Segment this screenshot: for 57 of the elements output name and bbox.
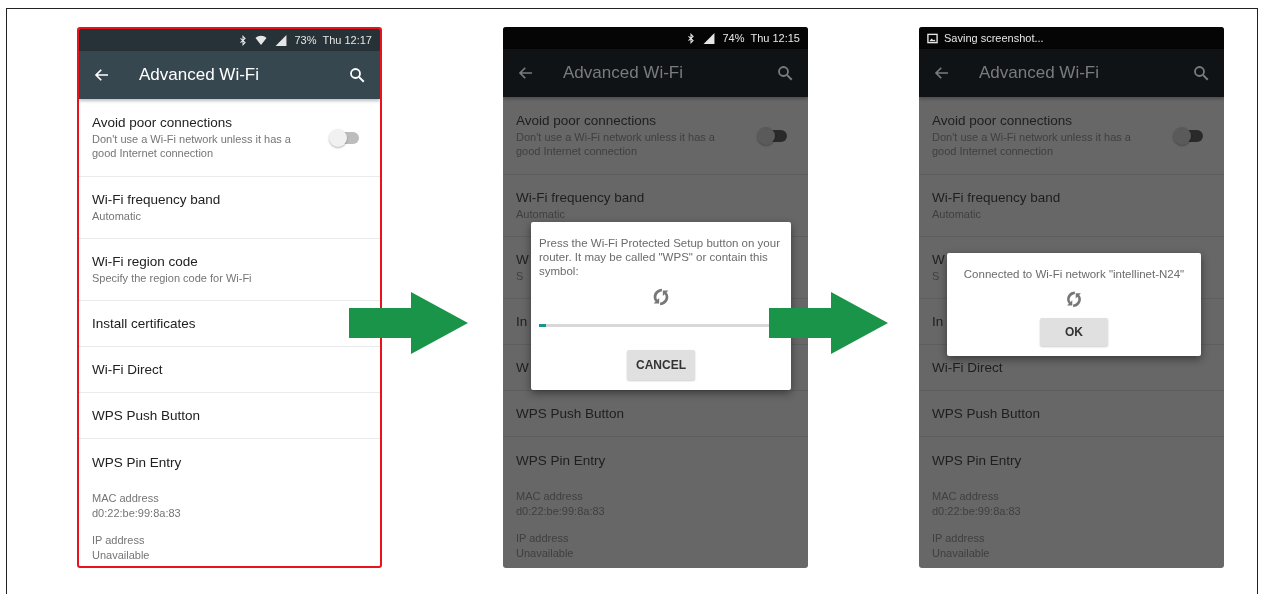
- info-label: IP address: [92, 533, 145, 548]
- signal-icon: [274, 33, 289, 47]
- setting-title: In: [932, 314, 944, 329]
- image-icon: [927, 32, 938, 44]
- setting-title: WPS Push Button: [516, 406, 625, 421]
- setting-title: W: [932, 252, 945, 267]
- back-arrow-icon: [933, 64, 951, 82]
- setting-title: Avoid poor connections: [92, 115, 233, 130]
- setting-title: Wi-Fi Direct: [92, 362, 163, 377]
- setting-title: WPS Push Button: [932, 406, 1041, 421]
- arrow-icon: [349, 292, 468, 354]
- dialog-button[interactable]: CANCEL: [627, 350, 695, 380]
- bluetooth-icon: [686, 31, 697, 45]
- setting-title: W: [516, 360, 529, 375]
- info-value: Unavailable: [92, 548, 150, 563]
- notification-text: Saving screenshot...: [944, 32, 1044, 44]
- setting-title: Install certificates: [92, 316, 196, 331]
- dialog-button[interactable]: OK: [1040, 317, 1108, 346]
- setting-title: WPS Push Button: [92, 408, 201, 423]
- dialog-message: Connected to Wi-Fi network "intellinet-N24": [962, 267, 1186, 281]
- toggle-switch[interactable]: [1175, 129, 1203, 142]
- setting-title: Wi-Fi Direct: [932, 360, 1003, 375]
- setting-title: Avoid poor connections: [516, 113, 657, 128]
- toggle-switch[interactable]: [759, 129, 787, 142]
- dialog-message: Press the Wi-Fi Protected Setup button on your router. It may be called "WPS" or contain this symbol:: [539, 236, 781, 278]
- info-value: d0:22:be:99:8a:83: [92, 506, 181, 521]
- search-icon: [348, 66, 366, 84]
- clock-time: Thu 12:17: [322, 34, 372, 46]
- toggle-switch[interactable]: [331, 131, 359, 144]
- setting-title: Wi-Fi frequency band: [932, 190, 1061, 205]
- signal-icon: [702, 31, 717, 45]
- setting-title: WPS Pin Entry: [932, 452, 1022, 468]
- setting-title: In: [516, 314, 528, 329]
- screen-title: Advanced Wi-Fi: [563, 63, 684, 83]
- back-arrow-icon: [517, 64, 535, 82]
- battery-percent: 74%: [722, 32, 745, 44]
- setting-title: Avoid poor connections: [932, 113, 1073, 128]
- setting-title: Wi-Fi frequency band: [92, 192, 221, 207]
- search-icon: [776, 64, 794, 82]
- info-label: MAC address: [92, 491, 159, 506]
- screen-title: Advanced Wi-Fi: [139, 65, 260, 85]
- setting-title: WPS Pin Entry: [92, 454, 182, 470]
- setting-description: Automatic: [92, 209, 141, 223]
- bluetooth-icon: [238, 33, 249, 47]
- screen-title: Advanced Wi-Fi: [979, 63, 1100, 83]
- arrow-icon: [769, 292, 888, 354]
- setting-title: W: [516, 252, 529, 267]
- battery-percent: 73%: [294, 34, 317, 46]
- setting-description: Specify the region code for Wi-Fi: [92, 271, 252, 285]
- setting-description: Don't use a Wi-Fi network unless it has a good Internet connection: [92, 132, 292, 160]
- clock-time: Thu 12:15: [750, 32, 800, 44]
- setting-title: WPS Pin Entry: [516, 452, 606, 468]
- setting-title: Wi-Fi frequency band: [516, 190, 645, 205]
- wifi-icon: [254, 34, 269, 46]
- search-icon: [1192, 64, 1210, 82]
- setting-title: Wi-Fi region code: [92, 254, 198, 269]
- back-arrow-icon: [93, 66, 111, 84]
